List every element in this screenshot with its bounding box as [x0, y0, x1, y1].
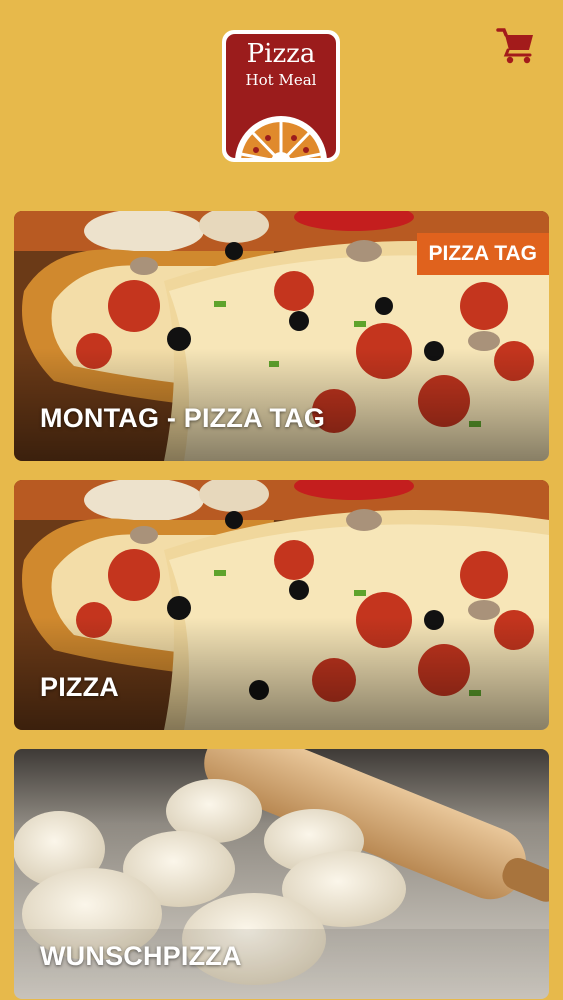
logo-pizza-icon: [235, 116, 327, 158]
cart-button[interactable]: [496, 26, 536, 66]
category-title: WUNSCHPIZZA: [40, 941, 242, 971]
category-card-pizza[interactable]: PIZZA: [14, 480, 549, 730]
pizza-hot-meal-logo[interactable]: Pizza Hot Meal: [222, 30, 340, 162]
app-header: Pizza Hot Meal: [0, 0, 563, 200]
cart-icon: [496, 28, 533, 64]
category-title: MONTAG - PIZZA TAG: [40, 403, 326, 433]
logo-title: Pizza: [246, 39, 316, 69]
pizza-tag-badge: PIZZA TAG: [416, 233, 549, 275]
category-title: PIZZA: [40, 672, 119, 702]
category-card-wunschpizza[interactable]: WUNSCHPIZZA: [14, 749, 549, 999]
category-card-pizza-tag[interactable]: PIZZA TAG MONTAG - PIZZA TAG: [14, 211, 549, 461]
logo-panel: Pizza Hot Meal: [226, 34, 336, 158]
logo-subtitle: Hot Meal: [245, 71, 317, 89]
